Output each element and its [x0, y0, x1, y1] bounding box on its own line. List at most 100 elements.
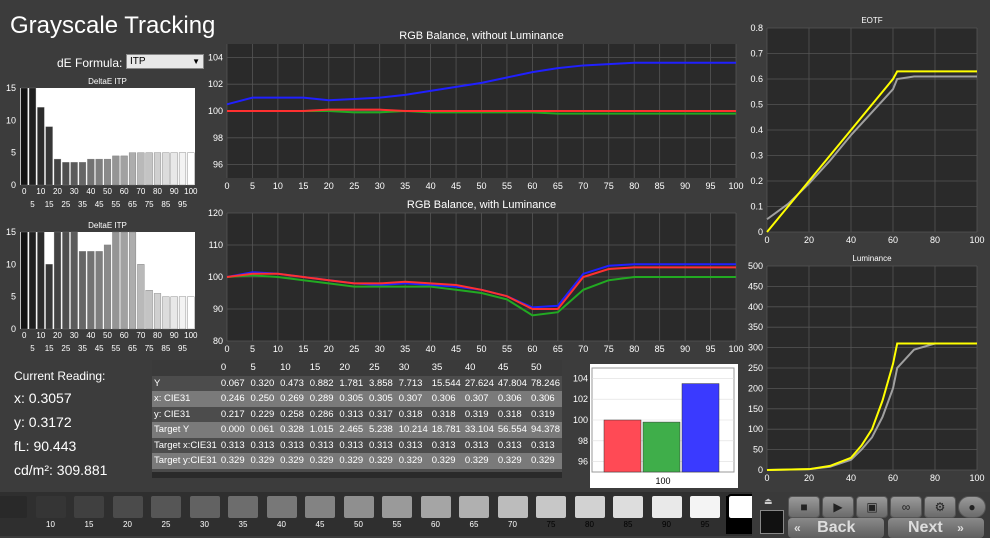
luminance-chart-ytick: 450	[748, 281, 763, 291]
deltae-chart-2-bar	[145, 290, 153, 330]
rgb-bar-ytick: 98	[578, 436, 588, 446]
patch-swatch-95[interactable]: 95	[687, 496, 723, 534]
patch-color	[0, 496, 27, 518]
patch-swatch-65[interactable]: 65	[456, 496, 492, 534]
patch-swatch-55[interactable]: 55	[379, 496, 415, 534]
control-panel: ■ ▶ ▣ ∞ ⚙ ● « Back Next » ⏏	[752, 492, 990, 538]
luminance-chart-ytick: 100	[748, 424, 763, 434]
table-cell: 3.858	[369, 377, 393, 389]
rgb-bar-G	[642, 421, 681, 473]
table-cell: 0.473	[280, 377, 304, 389]
table-scrollbar[interactable]	[152, 472, 562, 478]
rgb-luminance-chart-xtick: 0	[224, 344, 229, 354]
patch-swatch-70[interactable]: 70	[495, 496, 531, 534]
eotf-chart-ytick: 0.5	[750, 100, 763, 110]
deltae-chart-1-xtick: 5	[30, 200, 35, 209]
table-cell: 1.015	[309, 424, 334, 436]
deltae-chart-1-xtick: 30	[70, 187, 79, 196]
table-row-label: Target x:CIE31	[154, 439, 217, 451]
table-cell: 0.307	[398, 393, 423, 405]
table-cell: 0.306	[497, 393, 522, 405]
table-cell: 0.318	[431, 408, 456, 420]
reading-fl: fL: 90.443	[14, 438, 77, 454]
table-cell: 2.465	[339, 424, 364, 436]
deltae-chart-2-bar	[120, 231, 128, 330]
deltae-chart-1-bar	[187, 152, 195, 186]
loop-icon[interactable]: ∞	[890, 496, 922, 518]
next-button[interactable]: Next »	[888, 518, 984, 538]
back-button[interactable]: « Back	[788, 518, 884, 538]
eotf-chart-ytick: 0.7	[750, 49, 763, 59]
patch-color	[536, 496, 566, 518]
patch-swatch-15[interactable]: 15	[71, 496, 107, 534]
eotf-chart-xtick: 0	[764, 235, 769, 245]
deltae-chart-1-bar	[37, 107, 45, 186]
table-header-cell: 40	[464, 362, 476, 374]
table-cell: 0.286	[309, 408, 334, 420]
eotf-chart-ytick: 0.2	[750, 176, 763, 186]
patch-swatch-45[interactable]: 45	[302, 496, 338, 534]
rgb-luminance-chart-xtick: 90	[680, 344, 690, 354]
rgb-luminance-chart-ytick: 110	[209, 240, 223, 250]
stop-icon[interactable]: ■	[788, 496, 820, 518]
table-cell: 0.289	[309, 393, 334, 405]
patch-swatch-90[interactable]: 90	[649, 496, 685, 534]
measurement-table[interactable]: 0 5 10 15 20 25 30 35 40 45 50 Y 0.067 0.320 0.473 0.88…	[152, 360, 562, 478]
rgb-luminance-chart-xtick: 20	[324, 344, 334, 354]
patch-swatch-5[interactable]	[0, 496, 30, 534]
rgb-luminance-chart-xtick: 100	[728, 344, 743, 354]
patch-swatch-40[interactable]: 40	[264, 496, 300, 534]
patch-swatch-85[interactable]: 85	[610, 496, 646, 534]
patch-swatch-35[interactable]: 35	[225, 496, 261, 534]
patch-swatch-75[interactable]: 75	[533, 496, 569, 534]
luminance-chart-ytick: 150	[748, 404, 763, 414]
patch-label: 95	[700, 520, 710, 529]
patch-swatch-25[interactable]: 25	[148, 496, 184, 534]
table-cell: 0.329	[398, 455, 423, 467]
deltae-chart-1-bar	[28, 87, 37, 186]
save-icon[interactable]: ▣	[856, 496, 888, 518]
eotf-chart-xtick: 80	[930, 235, 940, 245]
deltae-chart-2-xtick: 30	[70, 331, 79, 340]
rgb-luminance-chart-xtick: 85	[655, 344, 665, 354]
table-cell: 27.624	[464, 377, 494, 389]
deltae-chart-2-bar	[178, 296, 187, 330]
play-icon[interactable]: ▶	[822, 496, 854, 518]
patch-swatch-60[interactable]: 60	[418, 496, 454, 534]
deltae-chart-2-bar	[37, 231, 45, 330]
rgb-luminance-chart-title: RGB Balance, with Luminance	[407, 199, 556, 211]
deltae-chart-2-bar	[187, 296, 195, 330]
deltae-chart-1-xtick: 55	[111, 200, 120, 209]
deltae-chart-2-xtick: 50	[103, 331, 112, 340]
deltae-chart-2-bar	[137, 264, 145, 330]
patch-swatch-20[interactable]: 20	[110, 496, 146, 534]
table-cell: 0.329	[431, 455, 456, 467]
rgb-luminance-chart-xtick: 95	[706, 344, 716, 354]
table-cell: 0.329	[530, 455, 555, 467]
patch-label: 85	[623, 520, 633, 529]
patch-swatch-30[interactable]: 30	[187, 496, 223, 534]
patch-swatch-10[interactable]: 10	[33, 496, 69, 534]
table-cell: 5.238	[369, 424, 393, 436]
table-cell: 0.246	[220, 393, 245, 405]
patch-color	[690, 496, 720, 518]
deltae-chart-1-bar	[20, 87, 28, 186]
patch-swatch-80[interactable]: 80	[572, 496, 608, 534]
rgb-balance-chart-xtick: 10	[273, 181, 283, 191]
rgb-balance-chart-xtick: 15	[298, 181, 308, 191]
eject-icon[interactable]: ⏏	[764, 496, 773, 507]
rgb-balance-chart-xtick: 75	[604, 181, 614, 191]
settings-icon[interactable]: ⚙	[924, 496, 956, 518]
deltae-chart-2-xtick: 80	[153, 331, 162, 340]
deltae-chart-1-xtick: 95	[178, 200, 187, 209]
patch-swatch-50[interactable]: 50	[341, 496, 377, 534]
luminance-chart-ytick: 500	[748, 261, 763, 271]
deltae-chart-1-bar	[62, 162, 70, 186]
rgb-luminance-chart-xtick: 40	[426, 344, 436, 354]
patch-color	[35, 496, 66, 518]
table-cell: 0.313	[280, 439, 304, 451]
rgb-balance-chart-xtick: 95	[706, 181, 716, 191]
record-icon[interactable]: ●	[958, 496, 986, 518]
table-cell: 0.061	[250, 424, 275, 436]
table-cell: 0.329	[464, 455, 489, 467]
